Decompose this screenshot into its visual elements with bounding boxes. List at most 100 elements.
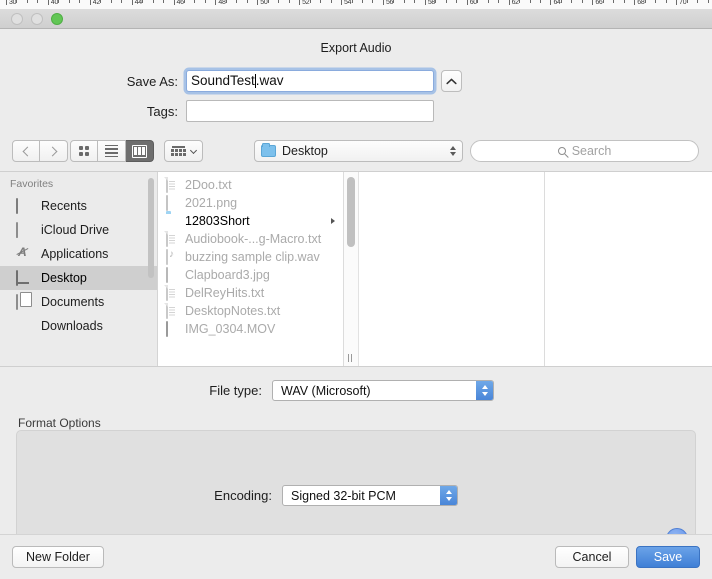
sidebar-item-documents[interactable]: Documents [0, 290, 157, 314]
ruler-tick-minor [152, 0, 154, 3]
sidebar-item-recents[interactable]: Recents [0, 194, 157, 218]
back-button[interactable] [12, 140, 40, 162]
ruler-tick-minor [393, 0, 395, 3]
column-resize-grip[interactable] [348, 354, 352, 362]
file-list-item[interactable]: Clapboard3.jpg [158, 266, 343, 284]
applications-icon [16, 247, 33, 262]
traffic-lights [11, 13, 63, 25]
ruler-tick [47, 0, 49, 5]
ruler-tick [634, 0, 636, 5]
file-list-item[interactable]: buzzing sample clip.wav [158, 248, 343, 266]
search-input[interactable]: Search [470, 140, 699, 162]
file-list-item[interactable]: IMG_0304.MOV [158, 320, 343, 338]
zoom-button[interactable] [51, 13, 63, 25]
file-list-item[interactable]: Audiobook-...g-Macro.txt [158, 230, 343, 248]
sidebar-item-label: Desktop [41, 271, 87, 285]
sidebar-item-label: iCloud Drive [41, 223, 110, 237]
ruler-tick-minor [204, 0, 206, 3]
sidebar-item-icloud-drive[interactable]: iCloud Drive [0, 218, 157, 242]
ruler-tick-minor [110, 0, 112, 3]
ruler-tick-minor [121, 0, 123, 3]
list-view-button[interactable] [98, 140, 126, 162]
text-file-icon [166, 230, 179, 247]
ruler-tick-minor [529, 0, 531, 3]
location-popup[interactable]: Desktop [254, 140, 463, 162]
sidebar-item-applications[interactable]: Applications [0, 242, 157, 266]
folder-icon [261, 143, 276, 157]
tags-input[interactable] [186, 100, 434, 122]
stepper-arrows-icon[interactable] [476, 381, 493, 400]
close-button[interactable] [11, 13, 23, 25]
collapse-dialog-button[interactable] [441, 70, 462, 92]
documents-icon [16, 293, 33, 310]
ruler-tick-minor [351, 0, 353, 3]
file-name-label: DelReyHits.txt [185, 286, 265, 300]
ruler-tick-minor [142, 0, 144, 3]
sidebar-item-desktop[interactable]: Desktop [0, 266, 157, 290]
forward-button[interactable] [40, 140, 68, 162]
encoding-select[interactable]: Signed 32-bit PCM [282, 485, 458, 506]
ruler-tick-minor [372, 0, 374, 3]
ruler-tick [341, 0, 343, 5]
ruler-tick-minor [445, 0, 447, 3]
export-audio-window: 30 40 42 44 46 48 50 52 54 56 58 60 62 64 66 68 70 Expor… [0, 0, 712, 579]
ruler-tick-minor [403, 0, 405, 3]
ruler-tick-minor [68, 0, 70, 3]
file-list-item[interactable]: 2021.png [158, 194, 343, 212]
ruler-tick [257, 0, 259, 5]
ruler-tick-minor [37, 0, 39, 3]
image-file-icon [166, 194, 179, 211]
save-button[interactable]: Save [636, 546, 700, 568]
sidebar-item-label: Recents [41, 199, 87, 213]
ruler-tick [89, 0, 91, 5]
file-list-item[interactable]: 2Doo.txt [158, 176, 343, 194]
scrollbar-thumb[interactable] [347, 177, 355, 247]
file-column-scrollbar[interactable] [344, 172, 359, 366]
ruler-tick [299, 0, 301, 5]
ruler-label: 46 [176, 0, 184, 6]
chevron-left-icon [22, 146, 33, 156]
ruler-tick [466, 0, 468, 5]
stepper-arrows-icon[interactable] [440, 486, 457, 505]
browser-toolbar: Desktop Search [0, 135, 712, 169]
list-icon [105, 144, 118, 158]
ruler-tick-minor [414, 0, 416, 3]
ruler-tick-minor [184, 0, 185, 3]
ruler-tick-minor [100, 0, 102, 3]
cancel-button[interactable]: Cancel [555, 546, 629, 568]
icon-view-button[interactable] [70, 140, 98, 162]
ruler-label: 44 [134, 0, 142, 6]
ruler-label: 62 [511, 0, 519, 6]
file-name-label: 12803Short [185, 214, 250, 228]
group-by-button[interactable] [164, 140, 203, 162]
ruler-tick-minor [320, 0, 322, 3]
minimize-button[interactable] [31, 13, 43, 25]
ruler-tick [508, 0, 510, 5]
ruler-tick-minor [236, 0, 238, 3]
file-list-item[interactable]: DesktopNotes.txt [158, 302, 343, 320]
new-folder-button[interactable]: New Folder [12, 546, 104, 568]
dialog-bottom-bar: New Folder Cancel Save [0, 534, 712, 579]
ruler-label: 42 [92, 0, 100, 6]
ruler-label: 48 [218, 0, 226, 6]
column-view-button[interactable] [126, 140, 154, 162]
file-list-item[interactable]: DelReyHits.txt [158, 284, 343, 302]
ruler-label: 56 [385, 0, 394, 6]
ruler-tick-minor [246, 0, 248, 3]
chevron-up-icon [446, 78, 457, 84]
sidebar-item-downloads[interactable]: Downloads [0, 314, 157, 338]
window-titlebar [0, 9, 712, 29]
save-as-value-pre: SoundTest [191, 73, 255, 88]
sidebar-scrollbar[interactable] [148, 178, 154, 278]
save-as-input[interactable]: SoundTest .wav [186, 70, 434, 92]
ruler-tick-minor [665, 0, 667, 3]
disclosure-triangle-icon[interactable] [331, 218, 335, 224]
ruler-tick-minor [225, 0, 227, 3]
file-type-select[interactable]: WAV (Microsoft) [272, 380, 494, 401]
file-list-item[interactable]: 12803Short [158, 212, 343, 230]
ruler-tick-minor [571, 0, 573, 3]
save-as-row: Save As: SoundTest .wav [116, 70, 462, 92]
dialog-title: Export Audio [320, 41, 392, 55]
folder-icon [166, 214, 179, 229]
ruler-label: 30 [9, 0, 17, 6]
